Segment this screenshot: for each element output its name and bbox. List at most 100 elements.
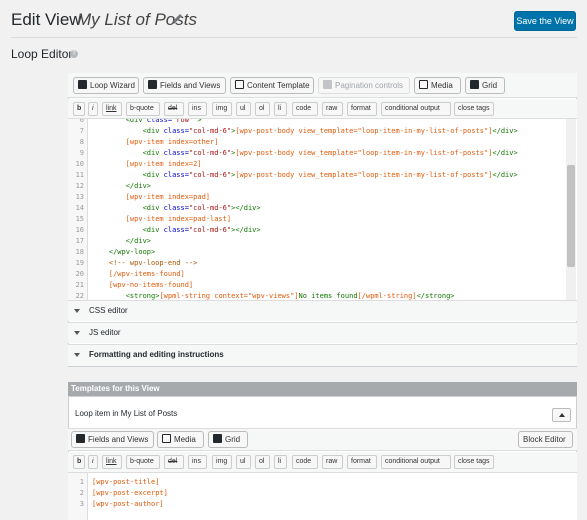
quicktag-code[interactable]: code bbox=[292, 455, 318, 469]
template-code-editor[interactable]: 1 [wpv-post-title] 2 [wpv-post-excerpt] 3 [wp… bbox=[68, 473, 577, 520]
template-fields-and-views-button[interactable]: Fields and Views bbox=[71, 431, 154, 448]
code-line[interactable]: 21 [wpv-no-items-found] bbox=[68, 280, 577, 291]
quicktag-close-tags[interactable]: close tags bbox=[454, 102, 494, 116]
code-text: [wpv-post-title] bbox=[92, 478, 160, 486]
pencil-icon[interactable] bbox=[170, 12, 184, 26]
quicktag-link[interactable]: link bbox=[102, 102, 122, 116]
loop-code-editor[interactable]: 6 <div class="row "> 7 <div class="col-md… bbox=[68, 119, 577, 300]
grid-icon bbox=[213, 434, 222, 443]
caret-down-icon bbox=[74, 353, 80, 357]
quicktag-conditional-output[interactable]: conditional output bbox=[381, 455, 451, 469]
content-template-icon bbox=[235, 80, 244, 89]
quicktag-raw[interactable]: raw bbox=[322, 455, 343, 469]
code-line[interactable]: 19 <!-- wpv-loop-end --> bbox=[68, 258, 577, 269]
caret-up-icon bbox=[559, 413, 565, 417]
code-text: </wpv-loop> bbox=[108, 248, 156, 256]
quicktag-code[interactable]: code bbox=[292, 102, 318, 116]
code-line[interactable]: 2 [wpv-post-excerpt] bbox=[68, 488, 577, 499]
page-header: Edit View My List of Posts Save the View bbox=[0, 0, 587, 38]
quicktag-ins[interactable]: ins bbox=[188, 455, 207, 469]
code-line[interactable]: 20 [/wpv-items-found] bbox=[68, 269, 577, 280]
code-scrollbar[interactable] bbox=[566, 119, 576, 300]
code-line[interactable]: 1 [wpv-post-title] bbox=[68, 477, 577, 488]
css-editor-toggle[interactable]: CSS editor bbox=[68, 300, 577, 321]
code-line[interactable]: 8 [wpv-item index=other] bbox=[68, 137, 577, 148]
quicktag-ul[interactable]: ul bbox=[236, 102, 251, 116]
quicktag-img[interactable]: img bbox=[212, 102, 232, 116]
quicktag-b[interactable]: b bbox=[73, 455, 85, 469]
pagination-controls-button[interactable]: Pagination controls bbox=[318, 77, 410, 94]
quicktag-raw[interactable]: raw bbox=[322, 102, 343, 116]
block-editor-button[interactable]: Block Editor bbox=[518, 431, 573, 448]
code-text: <!-- wpv-loop-end --> bbox=[108, 259, 198, 267]
code-text: [wpv-item index=pad] bbox=[125, 193, 211, 201]
template-toolbar: Fields and Views Media Grid Block Editor bbox=[68, 428, 577, 451]
loop-wizard-button[interactable]: Loop Wizard bbox=[73, 77, 139, 94]
formatting-instructions-label: Formatting and editing instructions bbox=[89, 350, 224, 359]
save-view-button[interactable]: Save the View bbox=[514, 11, 576, 31]
code-line[interactable]: 12 </div> bbox=[68, 181, 577, 192]
line-number: 19 bbox=[75, 259, 84, 267]
code-line[interactable]: 3 [wpv-post-author] bbox=[68, 499, 577, 510]
quicktag-close-tags[interactable]: close tags bbox=[454, 455, 494, 469]
quicktag-del[interactable]: del bbox=[164, 455, 184, 469]
help-icon[interactable]: ? bbox=[70, 50, 78, 58]
quicktag-del[interactable]: del bbox=[164, 102, 184, 116]
code-line[interactable]: 9 <div class="col-md-6">[wpv-post-body v… bbox=[68, 148, 577, 159]
template-grid-button[interactable]: Grid bbox=[208, 431, 248, 448]
code-line[interactable]: 17 </div> bbox=[68, 236, 577, 247]
line-number: 21 bbox=[75, 281, 84, 289]
quicktag-link[interactable]: link bbox=[102, 455, 122, 469]
code-text: <div class="col-md-6">[wpv-post-body vie… bbox=[142, 127, 518, 135]
code-line[interactable]: 14 <div class="col-md-6"></div> bbox=[68, 203, 577, 214]
quicktag-ol[interactable]: ol bbox=[255, 102, 270, 116]
line-number: 6 bbox=[79, 119, 84, 124]
line-number: 3 bbox=[79, 500, 84, 508]
quicktag-li[interactable]: li bbox=[274, 455, 287, 469]
code-line[interactable]: 13 [wpv-item index=pad] bbox=[68, 192, 577, 203]
collapse-template-button[interactable] bbox=[552, 408, 571, 422]
code-text: <strong>[wpml-string context="wpv-views"… bbox=[125, 292, 455, 300]
code-text: [wpv-post-excerpt] bbox=[92, 489, 168, 497]
quicktag-b-quote[interactable]: b-quote bbox=[126, 102, 160, 116]
scrollbar-thumb[interactable] bbox=[567, 165, 575, 267]
js-editor-toggle[interactable]: JS editor bbox=[68, 322, 577, 343]
caret-down-icon bbox=[74, 331, 80, 335]
fields-and-views-button[interactable]: Fields and Views bbox=[143, 77, 226, 94]
quicktag-b-quote[interactable]: b-quote bbox=[126, 455, 160, 469]
page-title: Edit View bbox=[11, 10, 82, 29]
quicktag-li[interactable]: li bbox=[274, 102, 287, 116]
code-line[interactable]: 16 <div class="col-md-6"></div> bbox=[68, 225, 577, 236]
line-number: 15 bbox=[75, 215, 84, 223]
line-number: 10 bbox=[75, 160, 84, 168]
quicktag-i[interactable]: i bbox=[88, 102, 98, 116]
quicktag-i[interactable]: i bbox=[88, 455, 98, 469]
quicktag-ul[interactable]: ul bbox=[236, 455, 251, 469]
code-text: </div> bbox=[125, 182, 152, 190]
code-line[interactable]: 6 <div class="row "> bbox=[68, 119, 577, 126]
quicktag-ol[interactable]: ol bbox=[255, 455, 270, 469]
code-line[interactable]: 15 [wpv-item index=pad-last] bbox=[68, 214, 577, 225]
line-number: 8 bbox=[79, 138, 84, 146]
quicktag-format[interactable]: format bbox=[347, 102, 377, 116]
media-button[interactable]: Media bbox=[414, 77, 461, 94]
content-template-button[interactable]: Content Template bbox=[230, 77, 314, 94]
quicktag-b[interactable]: b bbox=[73, 102, 85, 116]
quicktag-ins[interactable]: ins bbox=[188, 102, 207, 116]
code-line[interactable]: 18 </wpv-loop> bbox=[68, 247, 577, 258]
code-line[interactable]: 10 [wpv-item index=2] bbox=[68, 159, 577, 170]
loop-quicktags-bar: b i link b-quote del ins img ul ol li co… bbox=[68, 99, 577, 119]
line-number: 11 bbox=[75, 171, 84, 179]
template-media-button[interactable]: Media bbox=[157, 431, 204, 448]
quicktag-conditional-output[interactable]: conditional output bbox=[381, 102, 451, 116]
code-line[interactable]: 7 <div class="col-md-6">[wpv-post-body v… bbox=[68, 126, 577, 137]
code-line[interactable]: 11 <div class="col-md-6">[wpv-post-body … bbox=[68, 170, 577, 181]
quicktag-img[interactable]: img bbox=[212, 455, 232, 469]
grid-button[interactable]: Grid bbox=[465, 77, 505, 94]
line-number: 7 bbox=[79, 127, 84, 135]
formatting-instructions-toggle[interactable]: Formatting and editing instructions bbox=[68, 344, 577, 366]
code-text: [wpv-item index=2] bbox=[125, 160, 202, 168]
code-line[interactable]: 22 <strong>[wpml-string context="wpv-vie… bbox=[68, 291, 577, 300]
wizard-icon bbox=[78, 80, 87, 89]
quicktag-format[interactable]: format bbox=[347, 455, 377, 469]
